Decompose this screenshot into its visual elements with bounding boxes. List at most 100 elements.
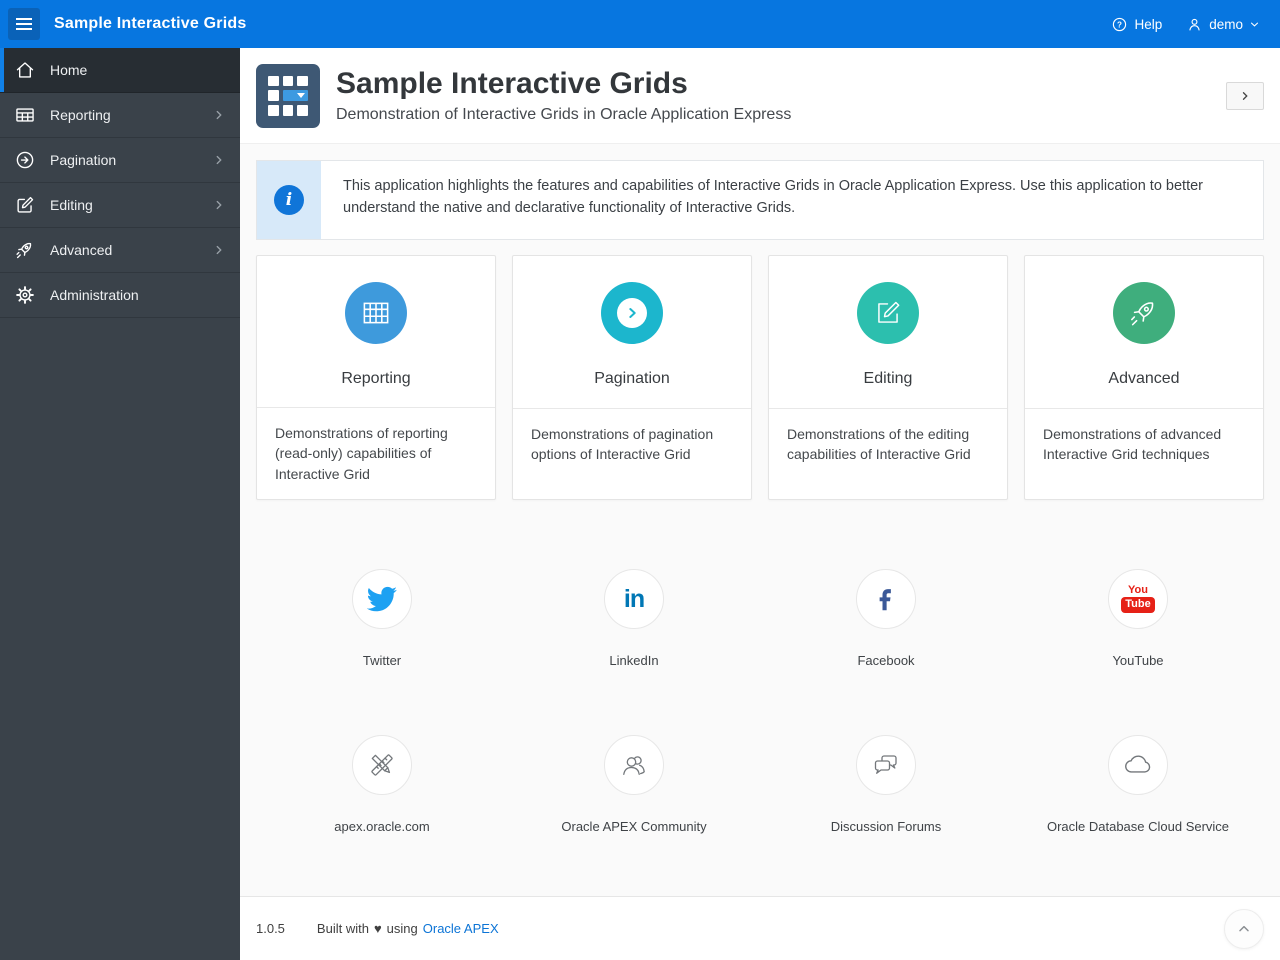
rocket-icon bbox=[16, 242, 32, 259]
sidebar-navigation: Home Reporting Pagination Editing Advanc… bbox=[0, 48, 240, 960]
card-title: Editing bbox=[863, 370, 913, 387]
link-label: Oracle APEX Community bbox=[561, 819, 707, 834]
people-icon bbox=[623, 756, 645, 775]
table-icon bbox=[16, 108, 34, 122]
youtube-icon: You Tube bbox=[1121, 585, 1155, 613]
card-pagination[interactable]: Pagination Demonstrations of pagination … bbox=[512, 255, 752, 500]
pagination-card-badge bbox=[601, 282, 663, 344]
sidebar-item-home[interactable]: Home bbox=[0, 48, 240, 93]
sidebar-item-label: Reporting bbox=[50, 107, 111, 123]
chevron-down-icon bbox=[1250, 22, 1259, 27]
card-description: Demonstrations of the editing capabiliti… bbox=[787, 426, 971, 463]
heart-icon: ♥ bbox=[373, 921, 382, 936]
page-title: Sample Interactive Grids bbox=[336, 67, 688, 101]
card-description: Demonstrations of pagination options of … bbox=[531, 426, 714, 463]
topbar-actions: ? Help demo bbox=[1111, 16, 1260, 33]
feature-cards: Reporting Demonstrations of reporting (r… bbox=[256, 255, 1264, 500]
info-text: This application highlights the features… bbox=[343, 178, 1203, 217]
hamburger-icon bbox=[16, 18, 32, 30]
sidebar-item-reporting[interactable]: Reporting bbox=[0, 93, 240, 138]
pencil-ruler-icon bbox=[371, 754, 393, 776]
rocket-icon bbox=[1131, 302, 1154, 326]
help-icon: ? bbox=[1113, 17, 1127, 31]
resource-links-row: apex.oracle.com Oracle APEX Community Di… bbox=[256, 735, 1264, 834]
user-menu[interactable]: demo bbox=[1186, 16, 1260, 33]
card-description: Demonstrations of reporting (read-only) … bbox=[275, 425, 448, 482]
advanced-card-badge bbox=[1113, 282, 1175, 344]
info-notification: i This application highlights the featur… bbox=[256, 160, 1264, 240]
link-db-cloud-service[interactable]: Oracle Database Cloud Service bbox=[1012, 735, 1264, 834]
content-body: i This application highlights the featur… bbox=[240, 144, 1280, 896]
page-subtitle: Demonstration of Interactive Grids in Or… bbox=[336, 105, 792, 123]
chat-bubbles-icon bbox=[874, 755, 897, 774]
oracle-apex-link[interactable]: Oracle APEX bbox=[423, 921, 499, 936]
hamburger-menu-button[interactable] bbox=[8, 8, 40, 40]
facebook-icon bbox=[879, 589, 891, 611]
footer: 1.0.5 Built with ♥ using Oracle APEX bbox=[240, 896, 1280, 960]
sidebar-item-advanced[interactable]: Advanced bbox=[0, 228, 240, 273]
grid-dropdown-cell bbox=[282, 90, 308, 101]
user-label: demo bbox=[1209, 16, 1243, 32]
sidebar-item-label: Editing bbox=[50, 197, 93, 213]
linkedin-icon: in bbox=[623, 584, 645, 613]
twitter-icon bbox=[367, 586, 397, 612]
link-label: Twitter bbox=[362, 653, 402, 668]
editing-card-badge bbox=[857, 282, 919, 344]
main-content: Sample Interactive Grids Demonstration o… bbox=[240, 48, 1280, 960]
link-discussion-forums[interactable]: Discussion Forums bbox=[760, 735, 1012, 834]
link-youtube[interactable]: You Tube YouTube bbox=[1012, 569, 1264, 668]
cloud-icon bbox=[1125, 755, 1151, 773]
sidebar-item-pagination[interactable]: Pagination bbox=[0, 138, 240, 183]
page-header: Sample Interactive Grids Demonstration o… bbox=[240, 48, 1280, 144]
edit-icon bbox=[17, 196, 34, 213]
chevron-right-icon bbox=[216, 155, 222, 165]
link-label: Facebook bbox=[857, 653, 915, 668]
link-label: Oracle Database Cloud Service bbox=[1046, 819, 1230, 834]
info-icon: i bbox=[274, 185, 304, 215]
chevron-right-icon bbox=[1242, 92, 1248, 100]
chevron-up-icon bbox=[1239, 925, 1249, 932]
card-advanced[interactable]: Advanced Demonstrations of advanced Inte… bbox=[1024, 255, 1264, 500]
svg-text:?: ? bbox=[1117, 20, 1122, 29]
link-label: YouTube bbox=[1112, 653, 1164, 668]
link-label: LinkedIn bbox=[609, 653, 659, 668]
sidebar-item-editing[interactable]: Editing bbox=[0, 183, 240, 228]
gear-icon bbox=[16, 286, 34, 304]
top-navigation-bar: Sample Interactive Grids ? Help demo bbox=[0, 0, 1280, 48]
link-linkedin[interactable]: in LinkedIn bbox=[508, 569, 760, 668]
social-links-row: Twitter in LinkedIn Facebook You Tube Yo… bbox=[256, 569, 1264, 668]
expand-panel-button[interactable] bbox=[1226, 82, 1264, 110]
footer-using: using bbox=[386, 921, 418, 936]
link-apex-oracle-com[interactable]: apex.oracle.com bbox=[256, 735, 508, 834]
scroll-to-top-button[interactable] bbox=[1224, 909, 1264, 949]
external-links: Twitter in LinkedIn Facebook You Tube Yo… bbox=[256, 569, 1264, 834]
card-title: Reporting bbox=[341, 370, 411, 387]
chevron-right-icon bbox=[216, 245, 222, 255]
sidebar-item-administration[interactable]: Administration bbox=[0, 273, 240, 318]
sidebar-item-label: Pagination bbox=[50, 152, 117, 168]
card-title: Advanced bbox=[1108, 370, 1180, 387]
app-version: 1.0.5 bbox=[256, 921, 285, 936]
help-menu[interactable]: ? Help bbox=[1111, 16, 1162, 33]
info-strip: i bbox=[257, 161, 321, 239]
link-apex-community[interactable]: Oracle APEX Community bbox=[508, 735, 760, 834]
app-grid-icon bbox=[256, 63, 320, 128]
app-title: Sample Interactive Grids bbox=[54, 15, 247, 32]
reporting-card-badge bbox=[345, 282, 407, 344]
card-editing[interactable]: Editing Demonstrations of the editing ca… bbox=[768, 255, 1008, 500]
footer-built-with: Built with bbox=[316, 921, 369, 936]
table-icon bbox=[363, 302, 389, 324]
link-label: apex.oracle.com bbox=[334, 819, 430, 834]
sidebar-item-label: Home bbox=[50, 62, 88, 78]
card-title: Pagination bbox=[594, 370, 670, 387]
sidebar-item-label: Advanced bbox=[50, 242, 113, 258]
help-label: Help bbox=[1134, 16, 1163, 32]
user-icon bbox=[1189, 18, 1200, 30]
chevron-right-icon bbox=[216, 200, 222, 210]
card-reporting[interactable]: Reporting Demonstrations of reporting (r… bbox=[256, 255, 496, 500]
link-label: Discussion Forums bbox=[830, 819, 942, 834]
link-facebook[interactable]: Facebook bbox=[760, 569, 1012, 668]
arrow-circle-icon bbox=[16, 151, 34, 169]
link-twitter[interactable]: Twitter bbox=[256, 569, 508, 668]
chevron-right-icon bbox=[216, 110, 222, 120]
